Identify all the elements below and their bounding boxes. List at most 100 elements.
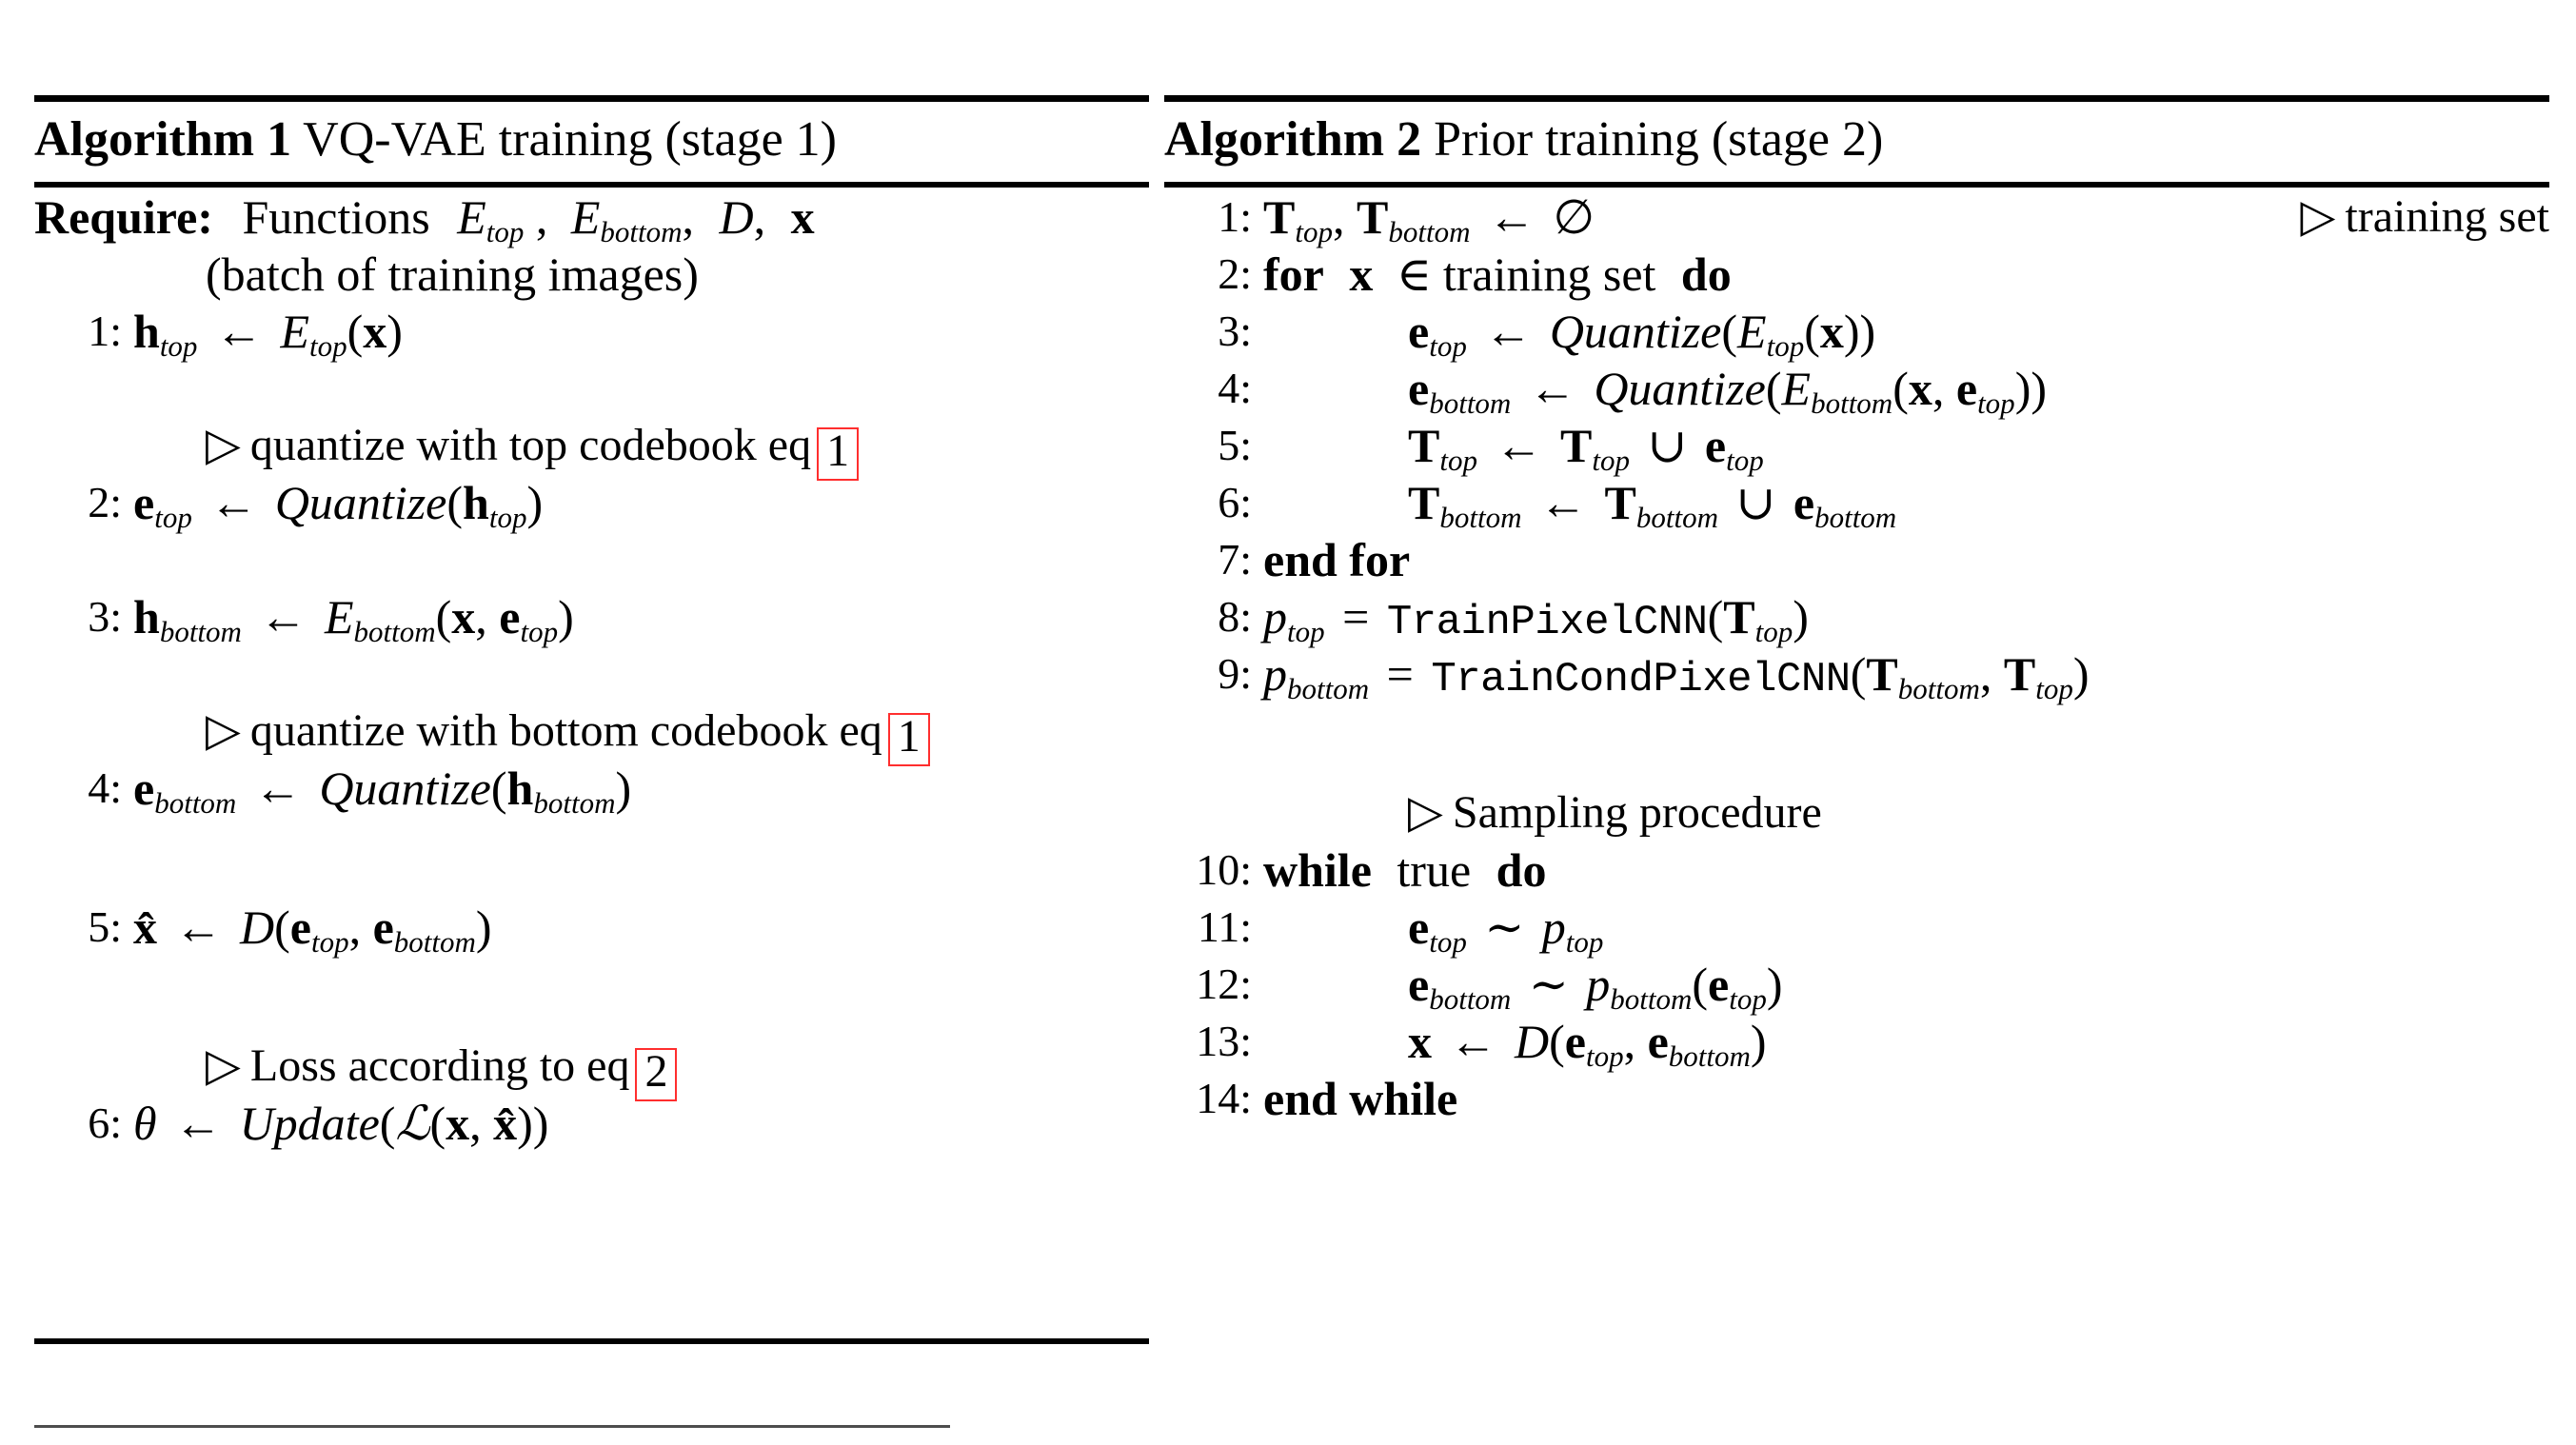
require-functions-label: Functions [242, 190, 430, 244]
algorithm-1-require-line: Require: Functions Etop , Ebottom, D, x [34, 188, 1149, 249]
algorithm-2-line-4: 4: ebottom ← Quantize(Ebottom(x, etop)) [1164, 360, 2549, 421]
line-number: 5: [88, 902, 122, 951]
keyword-do: do [1680, 247, 1732, 301]
comment-triangle-icon: ▷ [206, 1040, 241, 1091]
training-set-text: training set [1442, 247, 1656, 301]
keyword-while: while [1263, 843, 1372, 897]
algorithm-2-body: 1: Ttop, Tbottom ← ∅ ▷ training set 2: fo… [1164, 188, 2549, 1127]
line-number: 11: [1197, 902, 1252, 951]
keyword-end-while: end while [1263, 1072, 1458, 1125]
line-content: ptop = TrainPixelCNN(Ttop) [1263, 590, 1809, 649]
algorithm-1-line-2: 2: etop ← Quantize(htop) [34, 474, 1149, 535]
footnote-separator-rule [34, 1425, 950, 1428]
algorithm-1-line-5: 5: x̂ ← D(etop, ebottom) [34, 899, 1149, 957]
algorithm-2-line-10: 10: while true do [1164, 841, 2549, 899]
line-content: for x ∈ training set do [1263, 247, 1732, 301]
line-number: 7: [1218, 535, 1252, 584]
algorithm-2-line-2: 2: for x ∈ training set do [1164, 246, 2549, 303]
require-continuation: (batch of training images) [206, 247, 699, 301]
eq-reference-link[interactable]: 1 [817, 427, 860, 482]
comment-text: quantize with bottom codebook eq [249, 705, 882, 756]
algorithm-2-title: Algorithm 2 Prior training (stage 2) [1164, 107, 1883, 173]
line-number: 1: [1218, 192, 1252, 241]
line-number: 9: [1218, 649, 1252, 698]
algorithm-2-caption: Prior training (stage 2) [1434, 112, 1884, 167]
algorithm-1-require-cont-line: (batch of training images) [34, 246, 1149, 303]
line-number: 13: [1196, 1017, 1252, 1065]
line-content: Ttop ← Ttop ∪ etop [1408, 419, 1764, 478]
algorithm-2-line-12: 12: ebottom ∼ pbottom(etop) [1164, 956, 2549, 1017]
algorithm-2-top-rule [1164, 95, 2549, 102]
algorithm-2-label: Algorithm 2 [1164, 112, 1422, 167]
keyword-true: true [1397, 843, 1472, 897]
algorithm-2-line-11: 11: etop ∼ ptop [1164, 899, 2549, 960]
line-content: etop ← Quantize(htop) [133, 476, 544, 535]
algorithm-1-caption: VQ-VAE training (stage 1) [303, 112, 837, 167]
algorithm-2-line-1: 1: Ttop, Tbottom ← ∅ ▷ training set [1164, 188, 2549, 247]
comment-text: training set [2345, 191, 2549, 242]
algorithm-1-line-4: 4: ebottom ← Quantize(hbottom) [34, 760, 1149, 821]
line-number: 8: [1218, 592, 1252, 641]
require-args: Etop , Ebottom, D, x [457, 190, 815, 249]
algorithm-1-bottom-rule [34, 1338, 1149, 1344]
algorithm-1-title-rule [34, 182, 1149, 188]
line-number: 10: [1196, 845, 1252, 894]
algorithm-2-line-6: 6: Tbottom ← Tbottom ∪ ebottom [1164, 474, 2549, 532]
keyword-end-for: end for [1263, 533, 1411, 586]
line-content: ebottom ∼ pbottom(etop) [1408, 958, 1783, 1017]
line-number: 2: [1218, 249, 1252, 298]
line-number: 14: [1196, 1074, 1252, 1122]
eq-reference-link[interactable]: 2 [635, 1048, 678, 1102]
comment-text: Loss according to eq [249, 1040, 630, 1091]
comment-triangle-icon: ▷ [206, 420, 241, 470]
line-number: 3: [1218, 307, 1252, 355]
comment-text: Sampling procedure [1452, 787, 1822, 838]
algorithm-1-title: Algorithm 1 VQ-VAE training (stage 1) [34, 107, 837, 173]
comment-triangle-icon: ▷ [1408, 787, 1443, 838]
algorithm-2-trailing-comment: ▷ training set [2300, 188, 2549, 246]
line-number: 5: [1218, 421, 1252, 469]
line-content: ebottom ← Quantize(hbottom) [133, 762, 632, 821]
algorithm-2-line-8: 8: ptop = TrainPixelCNN(Ttop) [1164, 588, 2549, 646]
require-keyword: Require: [34, 190, 213, 244]
algorithm-2-line-13: 13: x ← D(etop, ebottom) [1164, 1013, 2549, 1074]
line-content: x ← D(etop, ebottom) [1408, 1015, 1767, 1074]
algorithm-2-line-3: 3: etop ← Quantize(Etop(x)) [1164, 303, 2549, 361]
algorithm-1-column: Algorithm 1 VQ-VAE training (stage 1) Re… [34, 0, 1149, 1445]
algorithm-1-line-6: 6: θ ← Update(ℒ(x, x̂)) [34, 1095, 1149, 1152]
algorithm-2-column: Algorithm 2 Prior training (stage 2) 1: … [1164, 0, 2549, 1445]
algorithm-1-label: Algorithm 1 [34, 112, 292, 167]
algorithm-1-comment-quantize-top: ▷ quantize with top codebook eq 1 [34, 417, 1149, 482]
line-content: htop ← Etop(x) [133, 305, 403, 364]
line-content: ebottom ← Quantize(Ebottom(x, etop)) [1408, 362, 2047, 421]
algorithm-1-comment-loss: ▷ Loss according to eq 2 [34, 1038, 1149, 1102]
algorithm-1-line-1: 1: htop ← Etop(x) [34, 303, 1149, 364]
algorithm-1-top-rule [34, 95, 1149, 102]
trainpixelcnn-label: TrainPixelCNN [1386, 599, 1708, 646]
algorithm-2-line-5: 5: Ttop ← Ttop ∪ etop [1164, 417, 2549, 478]
algorithm-1-comment-quantize-bottom: ▷ quantize with bottom codebook eq 1 [34, 703, 1149, 767]
eq-reference-link[interactable]: 1 [887, 713, 930, 767]
line-content: while true do [1263, 841, 1546, 899]
traincondpixelcnn-label: TrainCondPixelCNN [1431, 656, 1851, 703]
line-number: 4: [88, 763, 122, 812]
algorithm-1-body: Require: Functions Etop , Ebottom, D, x … [34, 188, 1149, 1152]
algorithm-figure-page: Algorithm 1 VQ-VAE training (stage 1) Re… [0, 0, 2576, 1445]
comment-triangle-icon: ▷ [206, 705, 241, 756]
line-number: 4: [1218, 364, 1252, 412]
algorithm-2-title-rule [1164, 182, 2549, 188]
algorithm-2-comment-sampling: ▷ Sampling procedure [1164, 784, 2549, 841]
line-content: etop ∼ ptop [1408, 901, 1604, 960]
keyword-for: for [1263, 247, 1324, 301]
line-content: θ ← Update(ℒ(x, x̂)) [133, 1097, 549, 1150]
line-number: 1: [88, 307, 122, 355]
line-number: 6: [88, 1099, 122, 1147]
